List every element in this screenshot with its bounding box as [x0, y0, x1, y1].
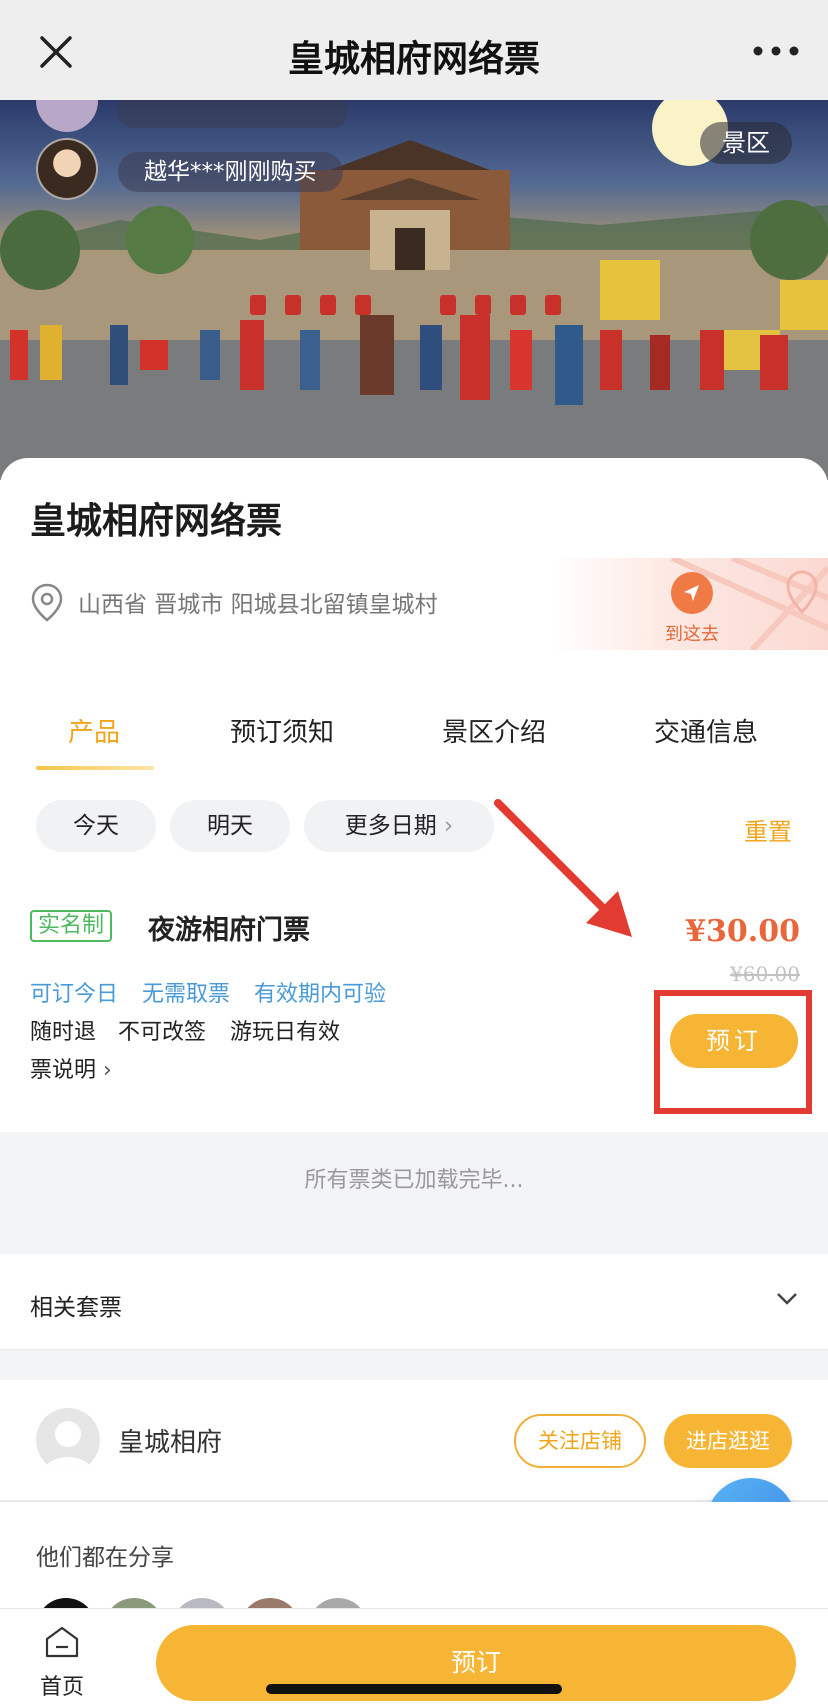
all-loaded-section: 所有票类已加载完毕...: [0, 1132, 828, 1254]
ticket-tag: 无需取票: [142, 982, 231, 1007]
scenic-banner-image[interactable]: 越华***刚刚购买 景区: [0, 100, 828, 480]
ticket-tag: 可订今日: [30, 982, 119, 1007]
date-chip-today[interactable]: 今天: [36, 800, 156, 852]
follow-shop-button[interactable]: 关注店铺: [514, 1414, 646, 1468]
date-chip-more[interactable]: 更多日期 ›: [304, 800, 494, 852]
ticket-price: ¥30.00: [685, 914, 800, 949]
chevron-down-icon: [777, 1293, 797, 1305]
navigate-icon: [671, 572, 713, 614]
recent-purchase-ticker: 越华***刚刚购买: [118, 152, 343, 192]
tab-products[interactable]: 产品: [68, 712, 120, 749]
date-chip-tomorrow[interactable]: 明天: [170, 800, 290, 852]
home-icon[interactable]: [44, 1625, 80, 1659]
ticket-note-link[interactable]: 票说明 ›: [30, 1052, 112, 1084]
chevron-right-icon: ›: [444, 813, 454, 839]
buyer-ticker-previous: [118, 100, 348, 128]
place-info-card: 皇城相府网络票 山西省 晋城市 阳城县北留镇皇城村 到这去: [0, 458, 828, 658]
tab-transport-info[interactable]: 交通信息: [654, 712, 758, 749]
more-icon[interactable]: [752, 44, 800, 58]
ticket-tag: 有效期内可验: [254, 982, 387, 1007]
ticket-note-label: 票说明: [30, 1058, 97, 1083]
ticket-policy: 游玩日有效: [230, 1020, 341, 1045]
chevron-right-icon: ›: [103, 1058, 112, 1083]
share-label: 他们都在分享: [36, 1545, 174, 1571]
section-gap: [0, 1350, 828, 1380]
red-arrow-annotation: [494, 799, 632, 937]
more-dates-label: 更多日期: [344, 813, 437, 839]
shop-row: 皇城相府 关注店铺 进店逛逛: [0, 1380, 828, 1502]
place-title: 皇城相府网络票: [30, 501, 283, 542]
buyer-avatar: [36, 138, 98, 200]
ticket-policy: 随时退: [30, 1020, 97, 1045]
highlight-box-annotation: [654, 990, 812, 1114]
address-row[interactable]: 山西省 晋城市 阳城县北留镇皇城村: [30, 582, 438, 622]
page-title: 皇城相府网络票: [287, 39, 540, 80]
realname-badge: 实名制: [30, 910, 113, 942]
tab-scenic-intro[interactable]: 景区介绍: [442, 712, 546, 749]
detail-tabs: 产品 预订须知 景区介绍 交通信息: [0, 690, 828, 780]
top-nav-bar: 皇城相府网络票: [0, 0, 828, 100]
active-tab-indicator: [36, 766, 154, 770]
shop-avatar[interactable]: [36, 1408, 100, 1472]
enter-shop-button[interactable]: 进店逛逛: [664, 1414, 792, 1468]
location-pin-icon: [31, 583, 63, 622]
ticket-original-price: ¥60.00: [730, 962, 800, 986]
scenic-tag[interactable]: 景区: [700, 122, 792, 164]
home-indicator: [266, 1684, 562, 1694]
share-section: 他们都在分享: [0, 1502, 828, 1658]
tab-booking-notes[interactable]: 预订须知: [230, 712, 334, 749]
ticket-title[interactable]: 夜游相府门票: [148, 908, 310, 947]
navigate-button[interactable]: 到这去: [652, 572, 732, 646]
shop-name[interactable]: 皇城相府: [118, 1422, 222, 1459]
navigate-label: 到这去: [665, 624, 719, 645]
ticket-policy: 不可改签: [118, 1020, 207, 1045]
home-label[interactable]: 首页: [40, 1669, 84, 1701]
all-loaded-text: 所有票类已加载完毕...: [304, 1168, 524, 1193]
related-packages-label: 相关套票: [30, 1295, 122, 1321]
related-packages-row[interactable]: 相关套票: [0, 1254, 828, 1350]
reset-button[interactable]: 重置: [744, 812, 792, 847]
address-text: 山西省 晋城市 阳城县北留镇皇城村: [78, 592, 438, 618]
